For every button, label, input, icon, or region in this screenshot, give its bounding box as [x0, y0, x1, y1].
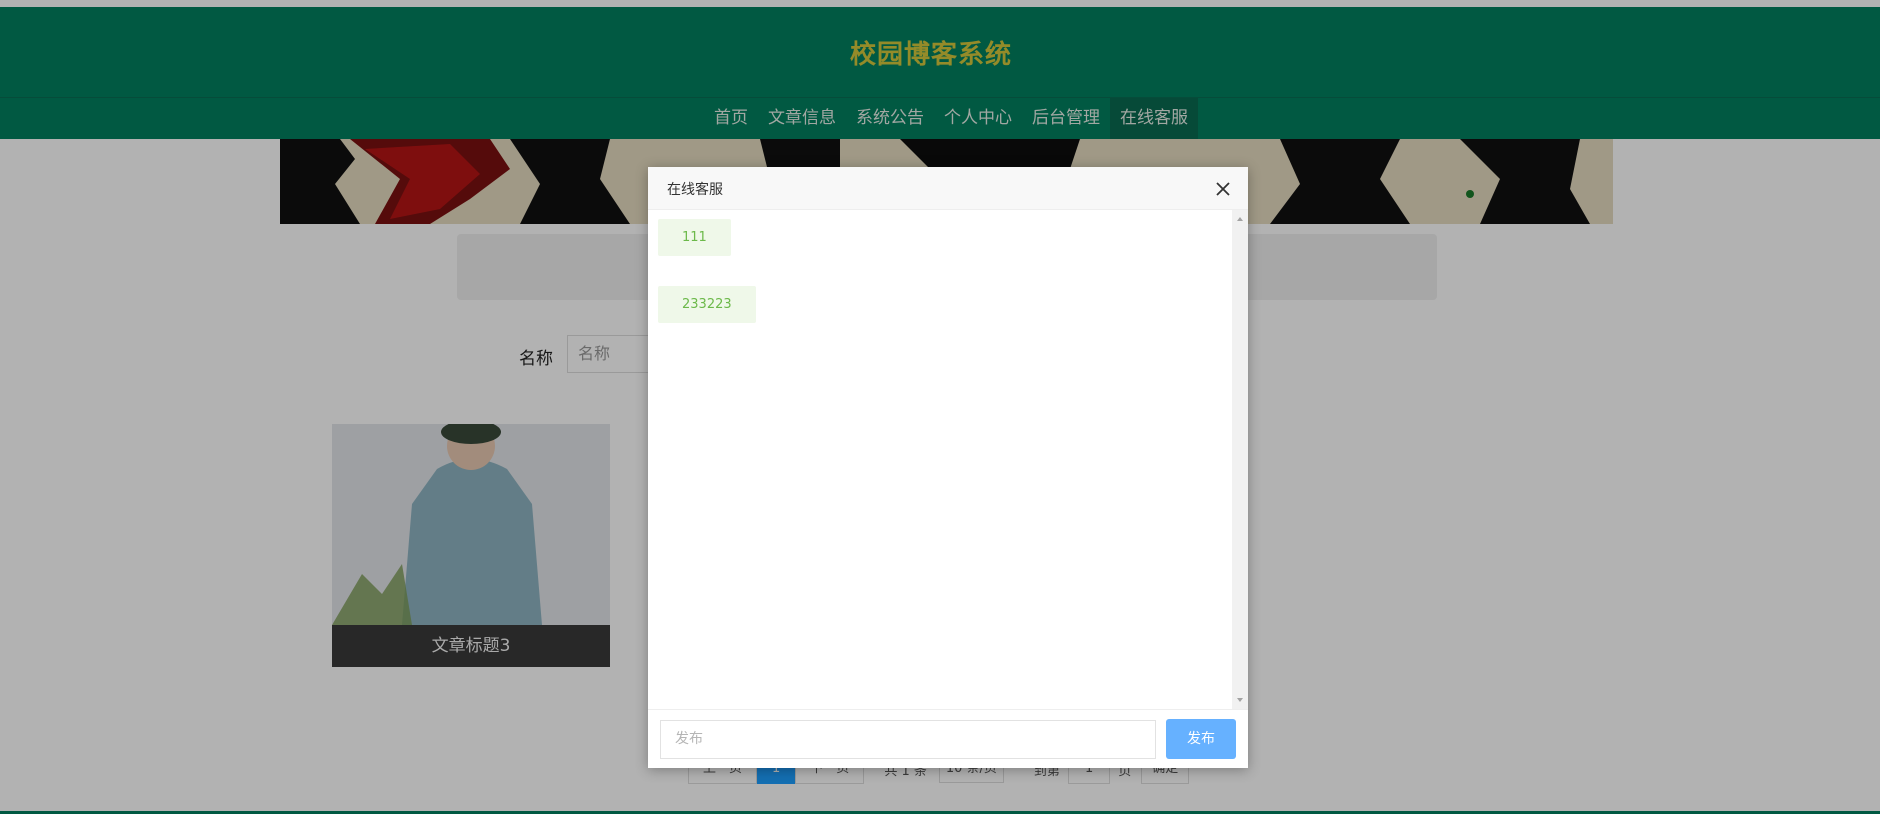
message-input[interactable]: 发布: [660, 720, 1156, 759]
scroll-up-icon[interactable]: [1237, 217, 1243, 221]
chat-message: 233223: [658, 286, 756, 323]
close-icon[interactable]: [1214, 180, 1232, 198]
chat-message: 111: [658, 219, 731, 256]
chat-messages: 111 233223: [648, 210, 1232, 709]
support-dialog: 在线客服 111 233223 发布 发布: [648, 167, 1248, 768]
dialog-header: 在线客服: [648, 167, 1248, 210]
dialog-title: 在线客服: [667, 182, 723, 198]
scroll-down-icon[interactable]: [1237, 698, 1243, 702]
chat-scrollbar[interactable]: [1232, 210, 1248, 709]
dialog-footer: 发布 发布: [648, 709, 1248, 768]
submit-button[interactable]: 发布: [1166, 719, 1236, 759]
